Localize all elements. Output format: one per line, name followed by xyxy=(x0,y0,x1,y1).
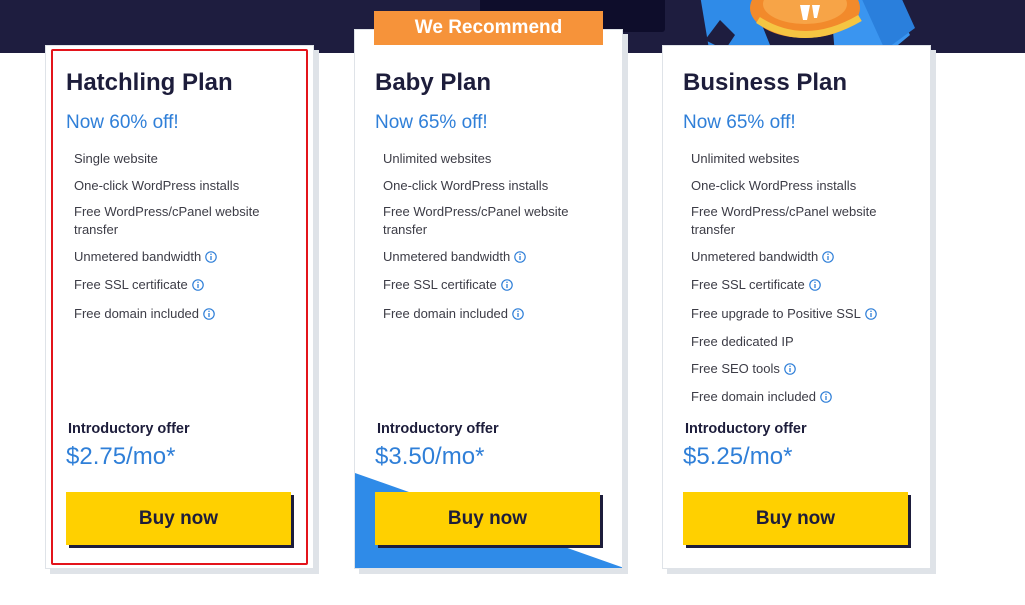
info-icon[interactable] xyxy=(784,362,796,380)
feature-item: Free SSL certificate xyxy=(383,276,608,296)
feature-text: Free domain included xyxy=(383,305,509,321)
feature-item: Unmetered bandwidth xyxy=(383,248,608,268)
buy-now-button-baby[interactable]: Buy now xyxy=(375,492,600,545)
feature-item: Free upgrade to Positive SSL xyxy=(691,305,916,325)
plan-title: Business Plan xyxy=(683,69,848,96)
feature-text: Free WordPress/cPanel website transfer xyxy=(383,204,569,237)
feature-text: Free WordPress/cPanel website transfer xyxy=(691,204,877,237)
feature-text: Free SEO tools xyxy=(691,360,780,376)
plan-discount: Now 65% off! xyxy=(683,112,796,133)
introductory-offer-label: Introductory offer xyxy=(377,421,499,437)
feature-item: Free SSL certificate xyxy=(691,276,916,296)
plan-price: $5.25/mo* xyxy=(683,443,793,470)
plan-card-baby: Baby Plan Now 65% off! Unlimited website… xyxy=(354,29,623,569)
feature-text: Free dedicated IP xyxy=(691,334,794,349)
feature-item: One-click WordPress installs xyxy=(383,177,608,195)
feature-text: One-click WordPress installs xyxy=(383,177,549,193)
feature-text: Unlimited websites xyxy=(383,151,492,166)
feature-item: Free domain included xyxy=(383,305,608,325)
plan-card-business: Business Plan Now 65% off! Unlimited web… xyxy=(662,45,931,569)
feature-item: Free WordPress/cPanel website transfer xyxy=(383,203,608,239)
feature-item: One-click WordPress installs xyxy=(691,177,916,195)
introductory-offer-label: Introductory offer xyxy=(685,421,807,437)
feature-text: Free upgrade to Positive SSL xyxy=(691,305,861,321)
feature-list: Unlimited websites One-click WordPress in… xyxy=(691,150,916,417)
buy-now-button-business[interactable]: Buy now xyxy=(683,492,908,545)
feature-text: Unmetered bandwidth xyxy=(383,248,511,264)
info-icon[interactable] xyxy=(512,307,524,325)
feature-item: Free domain included xyxy=(691,388,916,408)
recommended-badge: We Recommend xyxy=(374,11,603,45)
feature-text: Unlimited websites xyxy=(691,151,800,166)
feature-text: Free SSL certificate xyxy=(691,277,805,292)
info-icon[interactable] xyxy=(822,250,835,268)
selected-plan-highlight xyxy=(51,49,308,565)
feature-item: Free WordPress/cPanel website transfer xyxy=(691,203,916,239)
info-icon[interactable] xyxy=(820,390,832,408)
feature-text: Free SSL certificate xyxy=(383,277,497,292)
plan-price: $3.50/mo* xyxy=(375,443,485,470)
feature-item: Free dedicated IP xyxy=(691,333,916,351)
info-icon[interactable] xyxy=(808,278,821,296)
info-icon[interactable] xyxy=(500,278,513,296)
feature-item: Unlimited websites xyxy=(691,150,916,168)
feature-item: Unmetered bandwidth xyxy=(691,248,916,268)
feature-text: Free domain included xyxy=(691,389,817,404)
feature-list: Unlimited websites One-click WordPress in… xyxy=(383,150,608,333)
feature-text: One-click WordPress installs xyxy=(691,177,857,193)
info-icon[interactable] xyxy=(865,307,877,325)
info-icon[interactable] xyxy=(514,250,527,268)
feature-item: Free SEO tools xyxy=(691,360,916,380)
feature-text: Unmetered bandwidth xyxy=(691,248,819,264)
plan-title: Baby Plan xyxy=(375,69,492,96)
feature-item: Unlimited websites xyxy=(383,150,608,168)
plan-discount: Now 65% off! xyxy=(375,112,488,133)
